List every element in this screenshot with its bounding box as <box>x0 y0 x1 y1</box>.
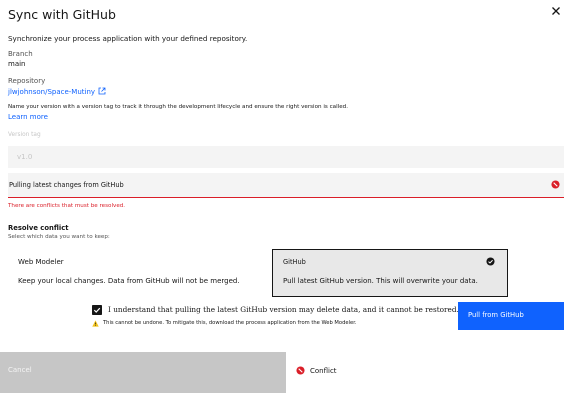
option-name: Web Modeler <box>18 258 64 266</box>
conflict-status: Conflict <box>296 366 337 375</box>
learn-more-link[interactable]: Learn more <box>8 113 48 121</box>
version-tag-label: Version tag <box>8 132 41 138</box>
dialog-title: Sync with GitHub <box>8 7 116 22</box>
warning-text: This cannot be undone. To mitigate this,… <box>103 320 357 326</box>
external-link-icon <box>98 87 106 95</box>
option-tile-github[interactable]: GitHub Pull latest GitHub version. This … <box>272 249 508 297</box>
option-description: Keep your local changes. Data from GitHu… <box>18 277 240 285</box>
version-tag-input[interactable]: v1.0 <box>8 146 564 168</box>
checkbox-checked-icon[interactable] <box>92 305 102 315</box>
close-icon[interactable] <box>550 5 562 17</box>
conflict-status-label: Conflict <box>310 367 337 375</box>
option-name: GitHub <box>283 258 306 266</box>
resolve-conflict-subtitle: Select which data you want to keep: <box>8 234 110 240</box>
cancel-button[interactable]: Cancel <box>0 352 286 393</box>
repository-label: Repository <box>8 77 46 85</box>
conflict-error-message: There are conflicts that must be resolve… <box>8 203 126 209</box>
checkmark-filled-icon <box>486 257 495 266</box>
repository-link-text[interactable]: jlwjohnson/Space-Mutiny <box>8 88 95 96</box>
branch-label: Branch <box>8 50 33 58</box>
error-icon <box>551 180 560 189</box>
repository-link[interactable]: jlwjohnson/Space-Mutiny <box>8 87 106 96</box>
resolve-conflict-title: Resolve conflict <box>8 224 69 232</box>
error-icon <box>296 366 305 375</box>
pull-status-text: Pulling latest changes from GitHub <box>9 181 124 189</box>
pull-status-field: Pulling latest changes from GitHub <box>8 173 564 198</box>
branch-value: main <box>8 60 26 68</box>
option-tile-web-modeler[interactable]: Web Modeler Keep your local changes. Dat… <box>8 249 270 297</box>
pull-from-github-button[interactable]: Pull from GitHub <box>458 302 564 330</box>
dialog-subtitle: Synchronize your process application wit… <box>8 34 248 43</box>
confirm-checkbox-label[interactable]: I understand that pulling the latest Git… <box>108 305 459 314</box>
version-description: Name your version with a version tag to … <box>8 104 348 110</box>
warning-icon <box>92 320 99 327</box>
option-description: Pull latest GitHub version. This will ov… <box>283 277 478 285</box>
